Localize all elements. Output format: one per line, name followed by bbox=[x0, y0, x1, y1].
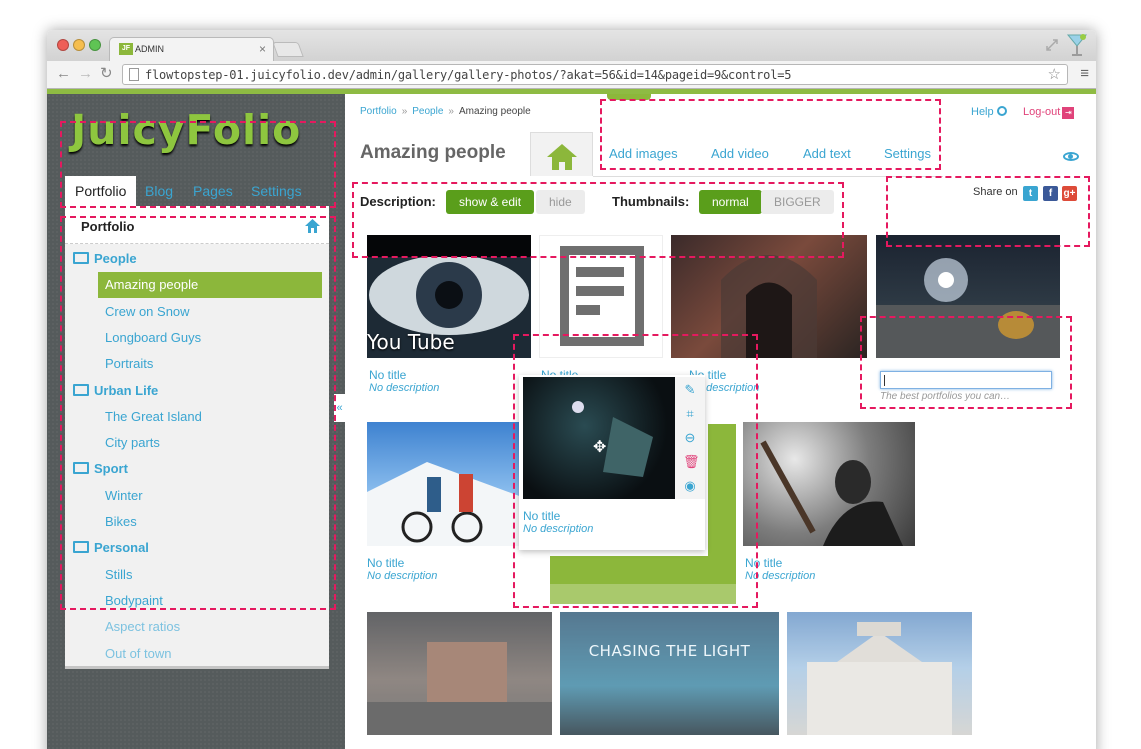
photo-thumbnail[interactable] bbox=[743, 422, 915, 546]
thumbnail-caption[interactable]: No titleNo description bbox=[367, 556, 437, 582]
reload-icon[interactable]: ↻ bbox=[100, 65, 113, 83]
page-icon bbox=[129, 68, 139, 81]
highlight-box bbox=[886, 176, 1090, 247]
tree-gallery-item[interactable]: Out of town bbox=[105, 641, 171, 667]
cyclists-photo bbox=[367, 462, 522, 546]
youtube-label: You Tube bbox=[367, 330, 455, 354]
highlight-box bbox=[860, 316, 1072, 409]
favicon-icon: JF bbox=[119, 43, 133, 55]
menu-icon[interactable]: ≡ bbox=[1080, 65, 1089, 82]
minimize-window-button[interactable] bbox=[73, 39, 85, 51]
home-tab-button[interactable] bbox=[530, 132, 593, 176]
tree-item-label: Out of town bbox=[105, 645, 172, 661]
breadcrumb-current: Amazing people bbox=[458, 106, 531, 117]
highlight-box bbox=[60, 216, 336, 610]
help-label: Help bbox=[971, 106, 994, 118]
highlight-box bbox=[60, 121, 336, 208]
tree-item-label: Aspect ratios bbox=[105, 619, 181, 635]
dim-overlay bbox=[345, 584, 1096, 749]
bookmark-star-icon[interactable]: ☆ bbox=[1048, 65, 1061, 83]
caption-description: No description bbox=[369, 382, 440, 394]
new-tab-button[interactable] bbox=[272, 42, 304, 57]
page-title: Amazing people bbox=[360, 142, 506, 163]
caption-title: No title bbox=[367, 556, 405, 570]
zoom-window-button[interactable] bbox=[89, 39, 101, 51]
close-tab-icon[interactable]: × bbox=[259, 42, 266, 56]
logout-label: Log-out bbox=[1023, 106, 1061, 118]
tree-gallery-item[interactable]: Aspect ratios bbox=[105, 614, 180, 640]
browser-tabstrip: JF ADMIN × bbox=[47, 30, 1096, 61]
home-icon bbox=[547, 144, 577, 170]
fullscreen-icon[interactable] bbox=[1045, 38, 1059, 52]
caption-title: No title bbox=[369, 368, 407, 382]
tab-title: ADMIN bbox=[135, 44, 164, 54]
thumbnail-caption[interactable]: No titleNo description bbox=[369, 368, 439, 394]
browser-toolbar: ← → ↻ flowtopstep-01.juicyfolio.dev/admi… bbox=[47, 61, 1096, 89]
breadcrumb-separator: » bbox=[448, 106, 454, 117]
url-text: flowtopstep-01.juicyfolio.dev/admin/gall… bbox=[145, 68, 792, 82]
logout-icon: ⇥ bbox=[1062, 107, 1075, 119]
help-icon bbox=[996, 106, 1007, 116]
cellist-photo bbox=[760, 440, 903, 546]
highlight-box bbox=[600, 99, 941, 170]
help-link[interactable]: Help bbox=[971, 106, 1007, 118]
photo-thumbnail[interactable] bbox=[367, 422, 522, 546]
preview-eye-icon[interactable] bbox=[1063, 152, 1079, 161]
breadcrumb-separator: » bbox=[401, 106, 408, 117]
highlight-box bbox=[513, 334, 758, 608]
browser-tab[interactable]: JF ADMIN × bbox=[109, 37, 274, 61]
address-bar[interactable]: flowtopstep-01.juicyfolio.dev/admin/gall… bbox=[122, 64, 1068, 85]
caption-description: No description bbox=[367, 570, 438, 582]
breadcrumb: Portfolio » People » Amazing people bbox=[360, 106, 531, 117]
forward-arrow-icon[interactable]: → bbox=[78, 65, 93, 83]
breadcrumb-portfolio[interactable]: Portfolio bbox=[360, 106, 397, 117]
breadcrumb-people[interactable]: People bbox=[412, 106, 443, 117]
cocktail-icon bbox=[1066, 34, 1088, 56]
youtube-badge: You Tube bbox=[367, 329, 455, 355]
highlight-box bbox=[352, 182, 844, 258]
close-window-button[interactable] bbox=[57, 39, 69, 51]
screenshot-stage: JF ADMIN × ← → ↻ flowtopstep-01.juicyfol… bbox=[0, 0, 1141, 749]
logout-link[interactable]: Log-out ⇥ bbox=[1023, 106, 1075, 119]
back-arrow-icon[interactable]: ← bbox=[56, 65, 71, 83]
